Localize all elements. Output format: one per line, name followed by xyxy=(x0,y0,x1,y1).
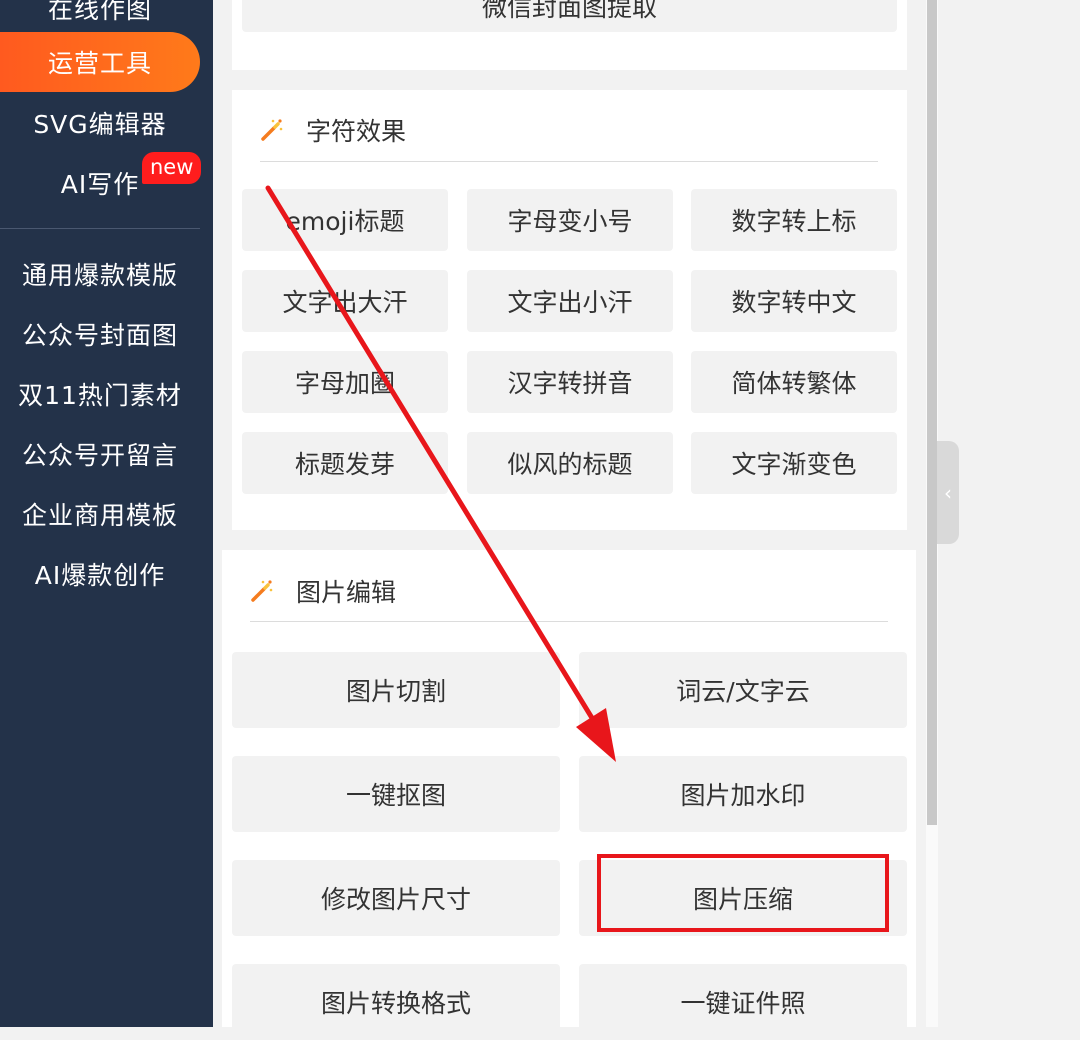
new-badge: new xyxy=(142,152,202,184)
tool-button-small-letters[interactable]: 字母变小号 xyxy=(467,189,673,251)
tool-button-small-sweat-text[interactable]: 文字出小汗 xyxy=(467,270,673,332)
char-effects-title: 字符效果 xyxy=(306,117,407,146)
sidebar-item-business-templates[interactable]: 企业商用模板 xyxy=(0,492,200,536)
section-divider xyxy=(250,621,888,622)
sidebar: 在线作图 运营工具 SVG编辑器 AI写作 new 通用爆款模版 公众号封面图 … xyxy=(0,0,213,1027)
tool-button-add-watermark[interactable]: 图片加水印 xyxy=(579,756,907,832)
image-editing-title: 图片编辑 xyxy=(296,578,397,607)
collapse-handle[interactable]: ‹ xyxy=(937,441,959,544)
char-effects-header: 字符效果 xyxy=(260,112,406,148)
tool-button-remove-background[interactable]: 一键抠图 xyxy=(232,756,560,832)
tool-button-gradient-text[interactable]: 文字渐变色 xyxy=(691,432,897,494)
tool-button-wind-title[interactable]: 似风的标题 xyxy=(467,432,673,494)
magic-wand-icon xyxy=(260,118,284,142)
tool-button-circled-letters[interactable]: 字母加圈 xyxy=(242,351,448,413)
sidebar-item-open-comments[interactable]: 公众号开留言 xyxy=(0,432,200,476)
sidebar-item-online-design[interactable]: 在线作图 xyxy=(0,0,200,30)
tool-button-id-photo[interactable]: 一键证件照 xyxy=(579,964,907,1040)
sidebar-item-svg-editor[interactable]: SVG编辑器 xyxy=(0,101,200,145)
sidebar-item-double11-assets[interactable]: 双11热门素材 xyxy=(0,372,200,416)
sidebar-divider xyxy=(0,228,200,229)
tool-button-word-cloud[interactable]: 词云/文字云 xyxy=(579,652,907,728)
chevron-left-icon: ‹ xyxy=(944,480,952,505)
tool-button-digits-to-chinese[interactable]: 数字转中文 xyxy=(691,270,897,332)
annotation-highlight-box xyxy=(597,854,889,932)
scrollbar-thumb[interactable] xyxy=(927,0,937,825)
sidebar-item-cover-images[interactable]: 公众号封面图 xyxy=(0,312,200,356)
section-divider xyxy=(260,161,878,162)
sidebar-item-viral-templates[interactable]: 通用爆款模版 xyxy=(0,252,200,296)
tool-button-emoji-title[interactable]: emoji标题 xyxy=(242,189,448,251)
tool-button-sprouting-title[interactable]: 标题发芽 xyxy=(242,432,448,494)
wechat-cover-extract-button[interactable]: 微信封面图提取 xyxy=(242,0,897,32)
top-panel: 微信封面图提取 xyxy=(232,0,907,70)
tool-button-big-sweat-text[interactable]: 文字出大汗 xyxy=(242,270,448,332)
tool-button-to-traditional[interactable]: 简体转繁体 xyxy=(691,351,897,413)
tool-button-superscript-digits[interactable]: 数字转上标 xyxy=(691,189,897,251)
sidebar-item-ai-creation[interactable]: AI爆款创作 xyxy=(0,552,200,596)
char-effects-panel: 字符效果 emoji标题 字母变小号 数字转上标 文字出大汗 文字出小汗 数字转… xyxy=(232,90,907,530)
right-gutter xyxy=(938,0,1080,1027)
tool-button-convert-format[interactable]: 图片转换格式 xyxy=(232,964,560,1040)
sidebar-item-operations-tools[interactable]: 运营工具 xyxy=(0,32,200,92)
tool-button-resize-image[interactable]: 修改图片尺寸 xyxy=(232,860,560,936)
image-editing-header: 图片编辑 xyxy=(250,573,396,609)
tool-button-image-split[interactable]: 图片切割 xyxy=(232,652,560,728)
tool-button-to-pinyin[interactable]: 汉字转拼音 xyxy=(467,351,673,413)
image-editing-panel: 图片编辑 图片切割 词云/文字云 一键抠图 图片加水印 修改图片尺寸 图片压缩 … xyxy=(222,550,916,1040)
magic-wand-icon xyxy=(250,579,274,603)
